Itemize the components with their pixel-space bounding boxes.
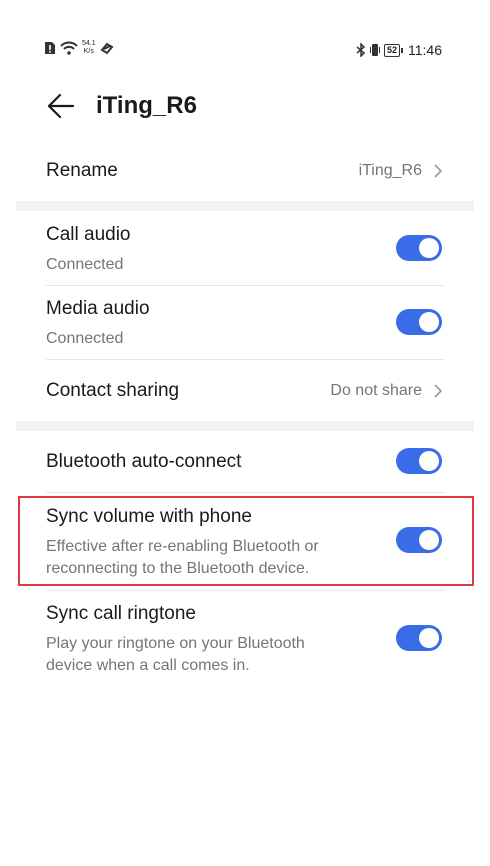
clock: 11:46: [408, 42, 442, 58]
sync-ringtone-description-line2: device when a call comes in.: [46, 657, 250, 674]
sync-ringtone-row[interactable]: Sync call ringtone Play your ringtone on…: [0, 597, 490, 681]
vibrate-icon: [369, 44, 380, 56]
status-bar-right: 52 11:46: [356, 42, 442, 58]
network-speed-value: 54.1: [82, 40, 96, 47]
media-audio-label: Media audio: [46, 298, 150, 319]
section-separator: [16, 421, 474, 431]
auto-connect-label: Bluetooth auto-connect: [46, 451, 242, 472]
header: iTing_R6: [0, 84, 490, 128]
auto-connect-toggle[interactable]: [396, 448, 442, 474]
highlight-box: [18, 496, 474, 586]
call-audio-row[interactable]: Call audio Connected: [0, 218, 490, 282]
notification-icon: [45, 42, 55, 54]
divider: [46, 492, 444, 493]
sync-ringtone-label: Sync call ringtone: [46, 603, 196, 624]
contact-sharing-label: Contact sharing: [46, 380, 180, 401]
bluetooth-status-icon: [356, 43, 366, 57]
media-audio-row[interactable]: Media audio Connected: [0, 292, 490, 356]
divider: [46, 285, 444, 286]
media-audio-toggle[interactable]: [396, 309, 442, 335]
page-title: iTing_R6: [96, 92, 197, 119]
chevron-right-icon: [434, 164, 443, 178]
call-audio-toggle[interactable]: [396, 235, 442, 261]
network-speed-unit: K/s: [83, 48, 94, 55]
back-arrow-icon[interactable]: [44, 90, 76, 122]
toggle-knob: [419, 451, 439, 471]
divider: [46, 359, 444, 360]
sync-ringtone-toggle[interactable]: [396, 625, 442, 651]
call-audio-status: Connected: [46, 256, 124, 273]
status-bar-left: 54.1 K/s: [44, 40, 114, 56]
rename-row[interactable]: Rename iTing_R6: [0, 150, 490, 194]
call-audio-label: Call audio: [46, 224, 131, 245]
contact-sharing-value: Do not share: [330, 382, 422, 399]
media-audio-status: Connected: [46, 330, 124, 347]
chevron-right-icon: [434, 384, 443, 398]
link-icon: [100, 42, 114, 55]
wifi-icon: [60, 41, 78, 55]
battery-indicator: 52: [383, 43, 404, 57]
toggle-knob: [419, 628, 439, 648]
toggle-knob: [419, 238, 439, 258]
divider: [46, 590, 444, 591]
sync-ringtone-description-line1: Play your ringtone on your Bluetooth: [46, 635, 305, 652]
auto-connect-row[interactable]: Bluetooth auto-connect: [0, 441, 490, 485]
rename-value: iTing_R6: [358, 162, 422, 179]
toggle-knob: [419, 312, 439, 332]
section-separator: [16, 201, 474, 211]
network-speed: 54.1 K/s: [82, 40, 96, 56]
contact-sharing-row[interactable]: Contact sharing Do not share: [0, 370, 490, 414]
rename-label: Rename: [46, 160, 118, 181]
